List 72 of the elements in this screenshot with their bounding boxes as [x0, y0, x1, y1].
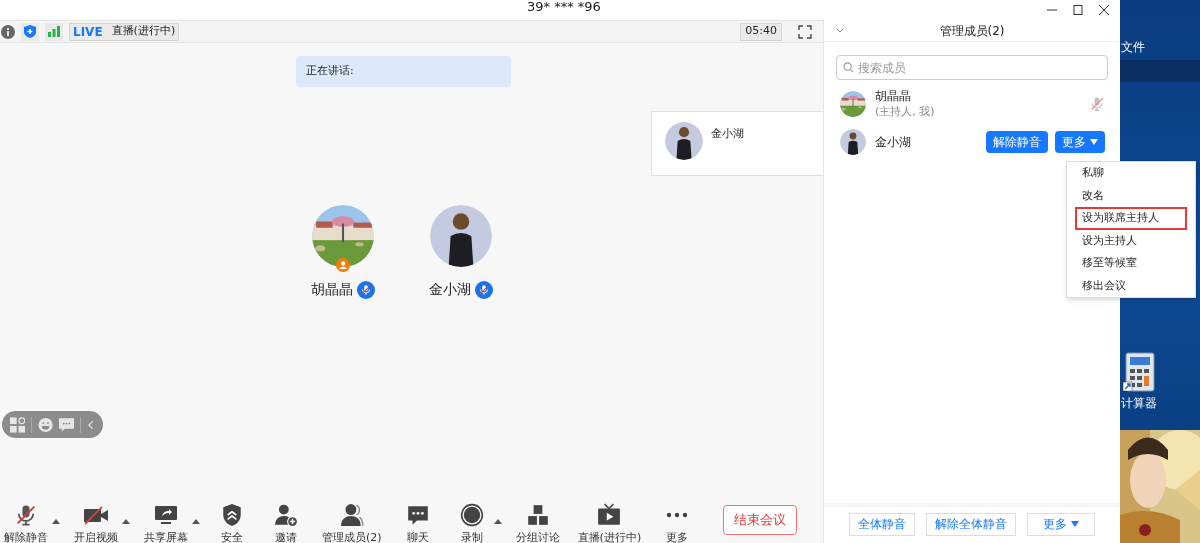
muted-microphone-icon: [14, 503, 38, 527]
collapse-icon[interactable]: [87, 419, 95, 430]
chat-icon: [405, 503, 430, 527]
live-label: LIVE: [73, 23, 103, 41]
toolbar-button[interactable]: 录制: [449, 503, 494, 543]
caret-icon[interactable]: [192, 517, 200, 525]
add-person-icon: [274, 503, 298, 527]
panel-title: 管理成员(2): [939, 22, 1005, 40]
blocks-icon: [525, 503, 550, 527]
live-status-badge[interactable]: LIVE 直播(进行中): [69, 22, 180, 41]
menu-item[interactable]: 移至等候室: [1075, 252, 1187, 275]
desktop-icon-label[interactable]: 文件: [1121, 38, 1145, 56]
desktop-icon-label[interactable]: 计算器: [1121, 394, 1157, 412]
chevron-down-icon[interactable]: [836, 27, 844, 34]
toolbar-button[interactable]: 聊天: [395, 503, 440, 543]
toolbar-button[interactable]: 安全: [210, 503, 254, 543]
close-icon[interactable]: [1098, 4, 1110, 16]
more-button[interactable]: 更多: [1055, 131, 1105, 153]
toolbar-button[interactable]: 更多: [655, 503, 700, 543]
toolbar-button[interactable]: 分组讨论: [511, 503, 564, 543]
shield-icon: [220, 503, 244, 527]
record-icon: [459, 503, 484, 527]
caret-icon: [1071, 520, 1079, 528]
participant-name: 金小湖: [711, 126, 744, 142]
shield-icon[interactable]: [21, 22, 39, 41]
caret-icon[interactable]: [52, 517, 60, 525]
end-meeting-button[interactable]: 结束会议: [723, 505, 797, 535]
caret-icon[interactable]: [493, 517, 502, 525]
toolbar-button[interactable]: 共享屏幕: [140, 503, 192, 543]
window-title: 39* *** *96: [527, 0, 601, 16]
chat-icon[interactable]: [59, 417, 75, 432]
menu-item[interactable]: 改名: [1075, 184, 1187, 207]
search-field[interactable]: 搜索成员: [836, 55, 1108, 80]
participant-name: 金小湖: [429, 280, 471, 299]
info-icon[interactable]: [1, 24, 15, 39]
tv-play-icon: [597, 503, 622, 527]
mute-button[interactable]: 全体静音: [849, 512, 915, 536]
emoji-icon[interactable]: [38, 416, 54, 433]
toolbar-button[interactable]: 邀请: [264, 503, 308, 543]
member-role: (主持人, 我): [875, 104, 936, 119]
toolbar-button[interactable]: 开启视频: [70, 503, 122, 543]
toolbar-button[interactable]: 管理成员(2): [318, 503, 386, 543]
menu-item[interactable]: 设为主持人: [1075, 229, 1187, 252]
host-badge-icon: [336, 258, 350, 272]
member-name: 金小湖: [875, 134, 912, 150]
caret-icon: [1090, 138, 1098, 146]
search-icon: [843, 62, 854, 73]
mute-button[interactable]: 解除全体静音: [926, 512, 1016, 536]
avatar-silhouette: [840, 129, 866, 155]
more-icon: [665, 512, 690, 518]
people-icon: [339, 503, 364, 527]
fullscreen-icon[interactable]: [798, 24, 812, 39]
signal-icon[interactable]: [45, 22, 63, 41]
menu-item[interactable]: 设为联席主持人: [1075, 207, 1187, 230]
toolbar-button[interactable]: 解除静音: [0, 503, 52, 543]
video-off-icon: [82, 503, 110, 527]
participant-name: 胡晶晶: [311, 280, 353, 299]
live-status: 直播(进行中): [111, 23, 176, 40]
calculator-icon: [1122, 352, 1156, 392]
member-name: 胡晶晶: [875, 89, 912, 104]
menu-item[interactable]: 移出会议: [1075, 274, 1187, 297]
unmute-button[interactable]: 解除静音: [986, 131, 1048, 153]
maximize-icon[interactable]: [1072, 4, 1084, 16]
apps-icon[interactable]: [10, 416, 26, 433]
meeting-timer: 05:40: [740, 22, 782, 41]
avatar-silhouette: [665, 121, 703, 160]
screen-share-icon: [152, 503, 180, 527]
caret-icon[interactable]: [122, 517, 130, 525]
more-button[interactable]: 更多: [1027, 512, 1095, 536]
toolbar-button[interactable]: 直播(进行中): [573, 503, 646, 543]
speaking-indicator: 正在讲话:: [296, 56, 511, 87]
menu-item[interactable]: 私聊: [1075, 162, 1187, 185]
